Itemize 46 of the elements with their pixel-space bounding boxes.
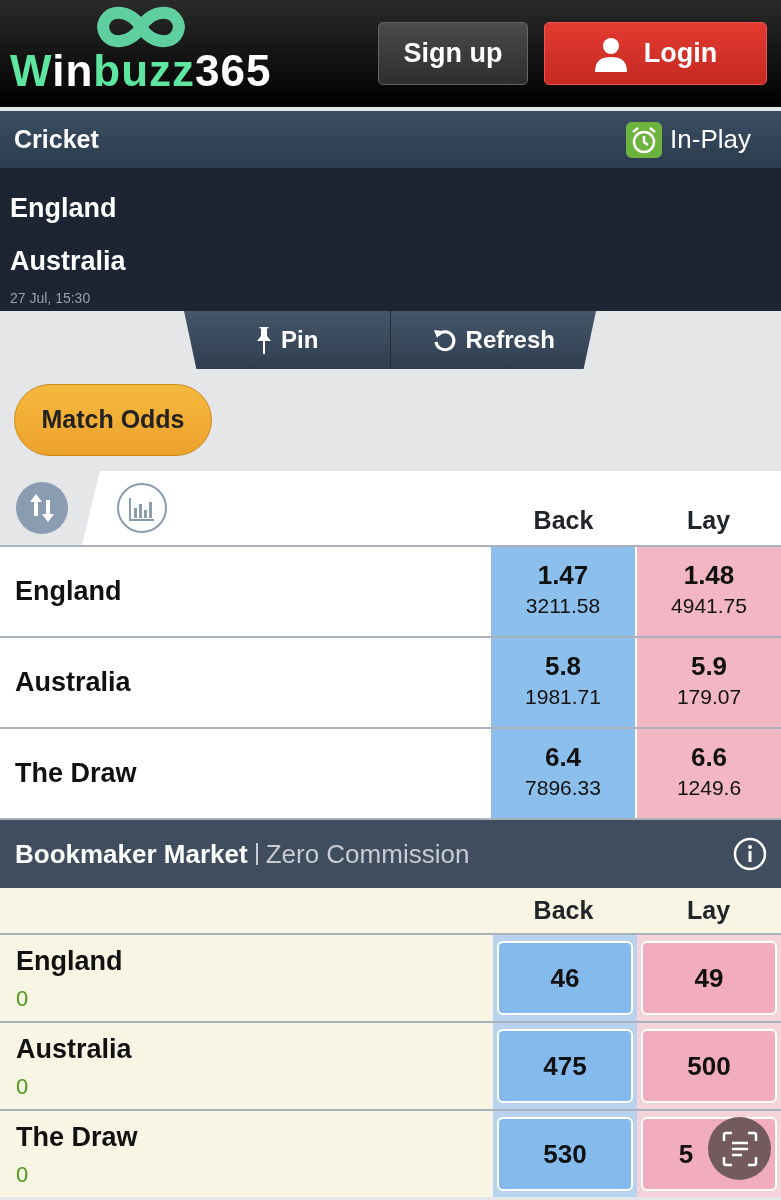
- pin-icon: [255, 326, 274, 354]
- sort-icon[interactable]: [16, 482, 68, 534]
- lay-odds-button[interactable]: 5.9 179.07: [637, 638, 781, 727]
- pin-button[interactable]: Pin: [184, 311, 390, 369]
- lay-odds-button[interactable]: 6.6 1249.6: [637, 729, 781, 818]
- lay-odds-button[interactable]: 1.48 4941.75: [637, 547, 781, 636]
- back-odds-button[interactable]: 530: [497, 1117, 633, 1191]
- runner-name: The Draw: [14, 757, 138, 791]
- position-value: 0: [16, 984, 30, 1013]
- market-title: Bookmaker Market: [15, 837, 248, 871]
- back-odds-button[interactable]: 46: [497, 941, 633, 1015]
- lay-odds-button[interactable]: 500: [641, 1029, 777, 1103]
- market-subtitle: Zero Commission: [255, 843, 470, 865]
- logo-icon: [94, 4, 187, 49]
- info-icon[interactable]: [733, 837, 767, 871]
- sign-up-button[interactable]: Sign up: [378, 22, 528, 85]
- back-odds-button[interactable]: 5.8 1981.71: [491, 638, 635, 727]
- team-name: England: [10, 192, 118, 225]
- in-play-label: In-Play: [670, 123, 751, 156]
- column-header: Back: [532, 504, 595, 536]
- alarm-clock-icon: [626, 121, 663, 158]
- back-odds-button[interactable]: 1.47 3211.58: [491, 547, 635, 636]
- chart-icon[interactable]: [116, 482, 168, 534]
- event-time: 27 Jul, 15:30: [10, 289, 92, 308]
- refresh-button[interactable]: Refresh: [389, 311, 596, 369]
- market-tab[interactable]: Match Odds: [14, 384, 212, 456]
- runner-name: The Draw: [16, 1121, 139, 1155]
- lay-odds-button[interactable]: 49: [641, 941, 777, 1015]
- back-odds-button[interactable]: 6.4 7896.33: [491, 729, 635, 818]
- login-button[interactable]: Login: [544, 22, 767, 85]
- column-header: Lay: [685, 504, 732, 536]
- user-icon: [593, 35, 628, 72]
- column-header: Lay: [685, 894, 732, 926]
- refresh-icon: [431, 327, 458, 353]
- runner-name: Australia: [14, 666, 132, 700]
- column-header: Back: [532, 894, 595, 926]
- runner-name: England: [14, 575, 123, 609]
- runner-name: England: [16, 945, 124, 979]
- logo-text: Winbuzz365: [10, 48, 272, 93]
- sport-title: Cricket: [14, 123, 99, 155]
- scan-text-icon: [721, 1130, 758, 1167]
- runner-name: Australia: [16, 1033, 133, 1067]
- position-value: 0: [16, 1072, 30, 1101]
- back-odds-button[interactable]: 475: [497, 1029, 633, 1103]
- position-value: 0: [16, 1160, 30, 1189]
- team-name: Australia: [10, 245, 127, 278]
